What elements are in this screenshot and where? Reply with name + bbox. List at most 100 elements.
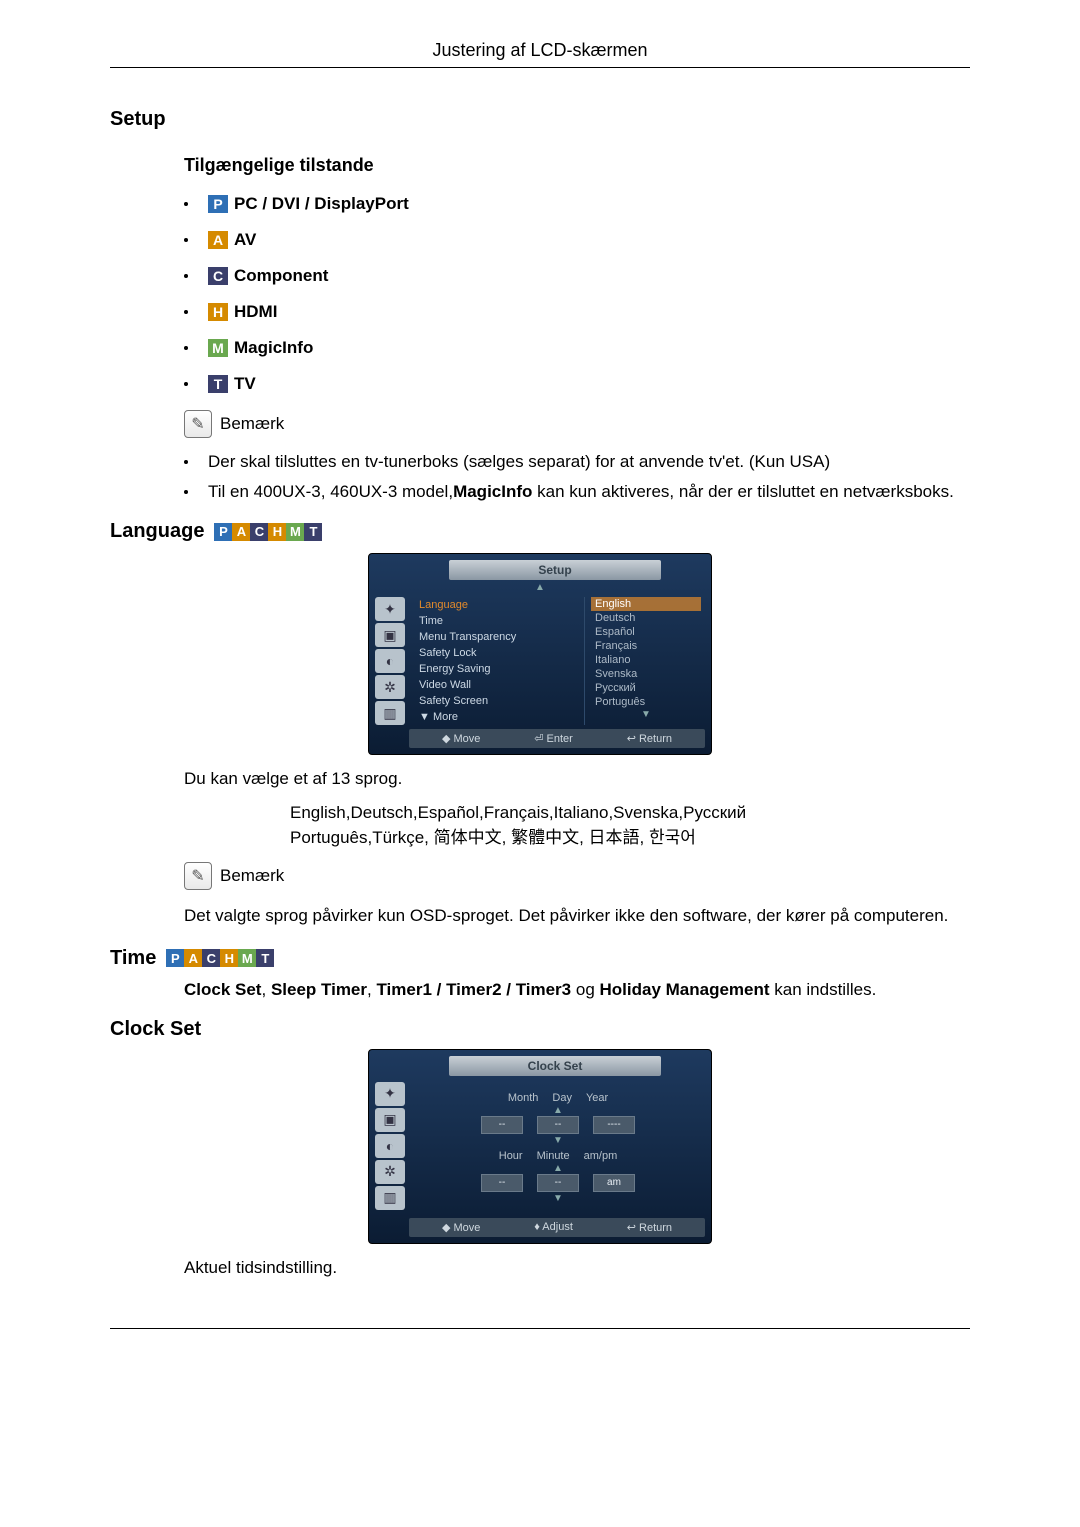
bullet <box>184 274 188 278</box>
badge-h-icon: H <box>220 949 238 967</box>
note-text-2: Til en 400UX-3, 460UX-3 model,MagicInfo … <box>208 482 954 502</box>
mode-badge-strip: P A C H M T <box>214 523 322 541</box>
time-text-g: Holiday Management <box>600 980 770 999</box>
clock-label-day: Day <box>552 1092 572 1104</box>
note-label: Bemærk <box>220 866 284 886</box>
badge-a-icon: A <box>184 949 202 967</box>
clock-field-year: ---- <box>593 1116 635 1134</box>
language-intro: Du kan vælge et af 13 sprog. <box>184 769 970 789</box>
osd-menu-item: ▼ More <box>419 709 584 725</box>
page-header-title: Justering af LCD-skærmen <box>110 40 970 68</box>
osd-footer-enter: ⏎ Enter <box>534 732 573 745</box>
mode-label: MagicInfo <box>234 338 313 358</box>
clock-field-month: -- <box>481 1116 523 1134</box>
osd-title: Clock Set <box>449 1056 661 1076</box>
osd-title: Setup <box>449 560 661 580</box>
osd-footer-adjust: ♦ Adjust <box>534 1221 573 1234</box>
mode-item-magicinfo: M MagicInfo <box>184 338 970 358</box>
osd-clock-screenshot: Clock Set ✦ ▣ ◐ ✲ ▥ Month Day Year ▲ <box>368 1049 712 1244</box>
mode-item-pc: P PC / DVI / DisplayPort <box>184 194 970 214</box>
osd-icon: ▥ <box>375 1186 405 1210</box>
note-bullet-2: Til en 400UX-3, 460UX-3 model,MagicInfo … <box>184 482 970 502</box>
note-pencil-icon: ✎ <box>184 410 212 438</box>
osd-menu-item: Safety Screen <box>419 693 584 709</box>
note-label: Bemærk <box>220 414 284 434</box>
time-text-a: Clock Set <box>184 980 261 999</box>
badge-h-icon: H <box>268 523 286 541</box>
badge-t-icon: T <box>256 949 274 967</box>
mode-badge-a-icon: A <box>208 231 228 249</box>
osd-menu-item: Video Wall <box>419 677 584 693</box>
mode-badge-p-icon: P <box>208 195 228 213</box>
osd-footer-move: ◆ Move <box>442 1221 480 1234</box>
bullet <box>184 460 188 464</box>
osd-menu-item: Menu Transparency <box>419 629 584 645</box>
bullet <box>184 382 188 386</box>
osd-icon: ▣ <box>375 1108 405 1132</box>
note-text-2a: Til en 400UX-3, 460UX-3 model, <box>208 482 453 501</box>
osd-sidebar-icons: ✦ ▣ ◐ ✲ ▥ <box>375 597 415 725</box>
time-text-f: og <box>571 980 599 999</box>
osd-menu-item: Safety Lock <box>419 645 584 661</box>
clock-field-day: -- <box>537 1116 579 1134</box>
osd-language-list: English Deutsch Español Français Italian… <box>584 597 701 725</box>
note-row: ✎ Bemærk <box>184 862 970 890</box>
osd-lang-item: Italiano <box>591 653 701 667</box>
clock-field-minute: -- <box>537 1174 579 1192</box>
osd-footer-return: ↩ Return <box>627 732 672 745</box>
osd-sidebar-icons: ✦ ▣ ◐ ✲ ▥ <box>375 1082 415 1214</box>
mode-item-av: A AV <box>184 230 970 250</box>
osd-menu-item: Time <box>419 613 584 629</box>
language-note: Det valgte sprog påvirker kun OSD-sproge… <box>184 904 970 929</box>
badge-p-icon: P <box>166 949 184 967</box>
osd-footer-move: ◆ Move <box>442 732 480 745</box>
mode-badge-c-icon: C <box>208 267 228 285</box>
time-text-c: Sleep Timer <box>271 980 367 999</box>
badge-p-icon: P <box>214 523 232 541</box>
osd-icon: ◐ <box>375 1134 405 1158</box>
mode-badge-strip: P A C H M T <box>166 949 274 967</box>
bullet <box>184 346 188 350</box>
bullet <box>184 310 188 314</box>
badge-c-icon: C <box>202 949 220 967</box>
clock-field-ampm: am <box>593 1174 635 1192</box>
mode-label: TV <box>234 374 256 394</box>
mode-item-component: C Component <box>184 266 970 286</box>
osd-icon: ✦ <box>375 1082 405 1106</box>
osd-icon: ▥ <box>375 701 405 725</box>
osd-menu-item: Energy Saving <box>419 661 584 677</box>
mode-label: AV <box>234 230 256 250</box>
setup-heading: Setup <box>110 108 970 131</box>
clock-field-hour: -- <box>481 1174 523 1192</box>
osd-footer: ◆ Move ♦ Adjust ↩ Return <box>409 1218 705 1237</box>
modes-list: P PC / DVI / DisplayPort A AV C Componen… <box>184 194 970 394</box>
osd-lang-item: Español <box>591 625 701 639</box>
osd-icon: ✲ <box>375 675 405 699</box>
time-heading: Time <box>110 947 156 970</box>
bullet <box>184 202 188 206</box>
mode-label: PC / DVI / DisplayPort <box>234 194 409 214</box>
clock-text: Aktuel tidsindstilling. <box>184 1258 970 1278</box>
bullet <box>184 238 188 242</box>
mode-badge-m-icon: M <box>208 339 228 357</box>
osd-menu: Language Time Menu Transparency Safety L… <box>415 597 584 725</box>
badge-m-icon: M <box>286 523 304 541</box>
osd-clock-body: Month Day Year ▲ -- -- ---- ▼ Hour Minut… <box>415 1082 701 1214</box>
osd-lang-item: English <box>591 597 701 611</box>
mode-label: Component <box>234 266 328 286</box>
note-text-1: Der skal tilsluttes en tv-tunerboks (sæl… <box>208 452 830 472</box>
note-bullet-1: Der skal tilsluttes en tv-tunerboks (sæl… <box>184 452 970 472</box>
clock-label-year: Year <box>586 1092 608 1104</box>
note-text-2b: MagicInfo <box>453 482 532 501</box>
osd-icon: ▣ <box>375 623 405 647</box>
time-heading-row: Time P A C H M T <box>110 947 970 970</box>
clock-label-hour: Hour <box>499 1150 523 1162</box>
osd-lang-item: Português <box>591 695 701 709</box>
osd-icon: ✲ <box>375 1160 405 1184</box>
mode-badge-t-icon: T <box>208 375 228 393</box>
mode-label: HDMI <box>234 302 277 322</box>
osd-lang-item: Deutsch <box>591 611 701 625</box>
language-heading-row: Language P A C H M T <box>110 520 970 543</box>
osd-setup-screenshot: Setup ▲ ✦ ▣ ◐ ✲ ▥ Language Time Menu Tra… <box>368 553 712 755</box>
language-list: English,Deutsch,Español,Français,Italian… <box>290 801 870 850</box>
